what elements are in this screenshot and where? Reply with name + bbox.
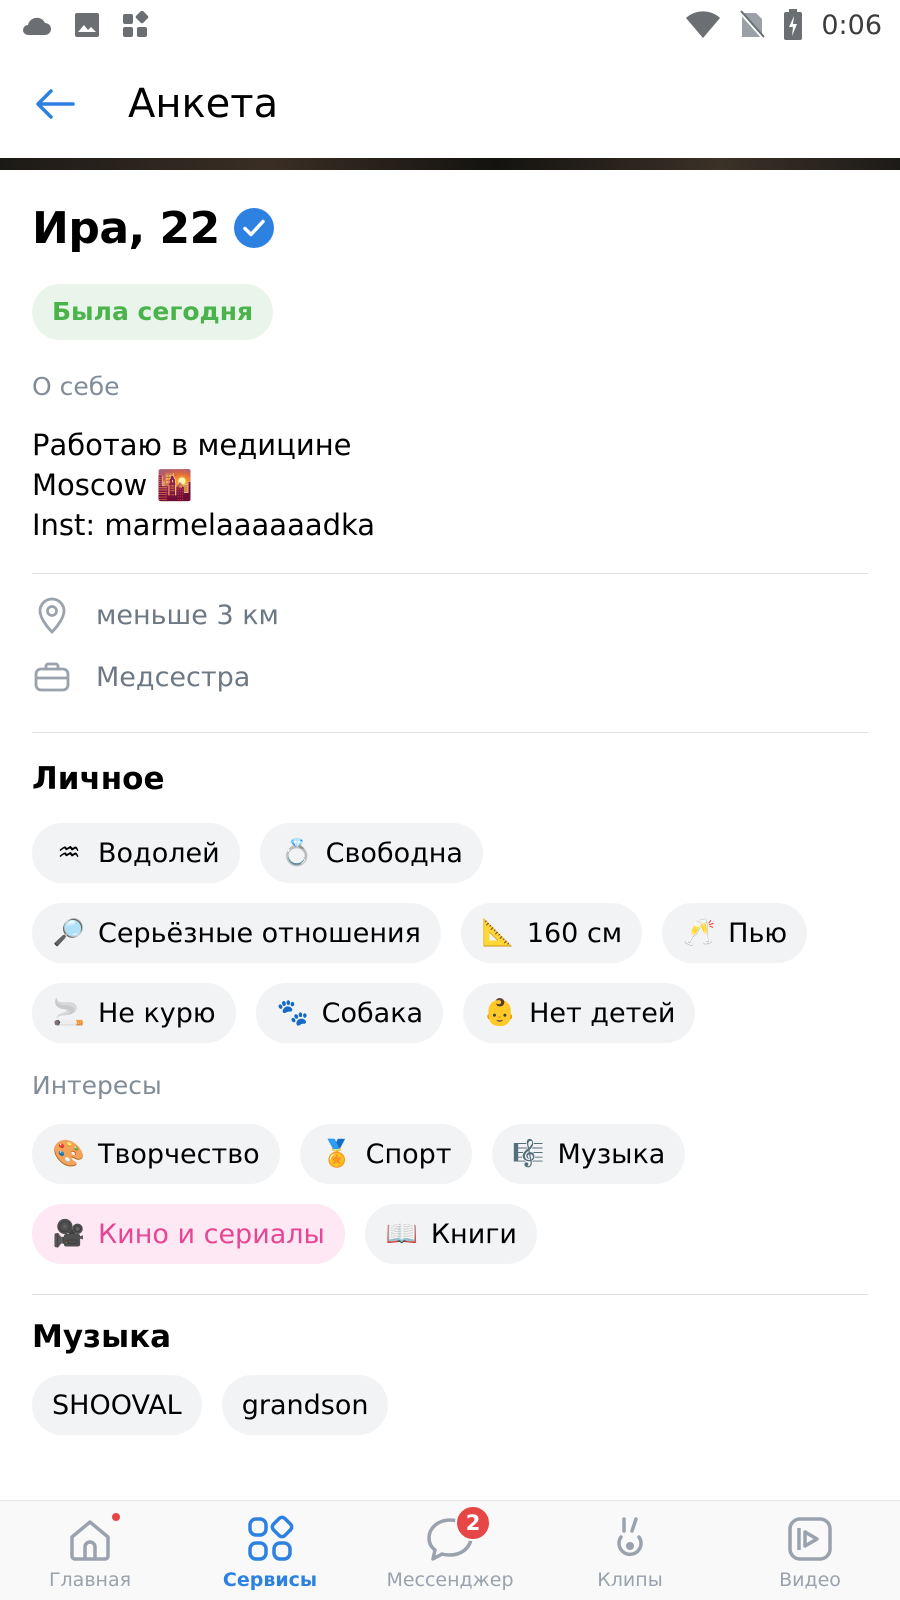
medal-icon: 🏅 — [320, 1139, 353, 1169]
chip-interest-music[interactable]: 🎼 Музыка — [491, 1124, 686, 1184]
nav-label: Видео — [779, 1569, 841, 1591]
cigarette-icon: 🚬 — [52, 998, 86, 1028]
wifi-icon — [686, 11, 721, 38]
chip-relationship-status[interactable]: 💍 Свободна — [259, 823, 483, 883]
nav-clips[interactable]: Клипы — [540, 1501, 720, 1600]
interests-label: Интересы — [32, 1071, 162, 1100]
cloud-icon — [23, 17, 51, 35]
divider — [32, 1294, 868, 1295]
chip-interest-books[interactable]: 📖 Книги — [364, 1204, 537, 1264]
ruler-icon: 📐 — [481, 918, 515, 948]
chip-drinking[interactable]: 🥂 Пью — [662, 903, 808, 963]
profile-content: Ира, 22 Была сегодня О себе Работаю в ме… — [32, 170, 868, 1435]
unread-badge: 2 — [455, 1505, 491, 1541]
personal-heading: Личное — [32, 761, 165, 797]
video-icon — [788, 1517, 832, 1561]
palette-icon: 🎨 — [52, 1139, 86, 1169]
back-button[interactable] — [20, 69, 90, 139]
chip-artist[interactable]: grandson — [221, 1375, 389, 1435]
music-chips: SHOOVAL grandson — [32, 1375, 868, 1435]
ring-icon: 💍 — [280, 838, 313, 868]
verified-icon[interactable] — [233, 208, 274, 248]
chip-label: Кино и сериалы — [98, 1218, 325, 1250]
chip-label: Не курю — [98, 997, 216, 1029]
chip-label: Серьёзные отношения — [98, 917, 421, 949]
briefcase-icon — [32, 661, 72, 693]
home-icon — [70, 1520, 110, 1561]
nav-video[interactable]: Видео — [720, 1501, 900, 1600]
music-score-icon: 🎼 — [512, 1139, 545, 1169]
chip-label: Водолей — [98, 837, 220, 869]
nav-label: Клипы — [597, 1569, 663, 1591]
nav-messenger[interactable]: 2 Мессенджер — [360, 1501, 540, 1600]
magnifier-icon: 🔎 — [52, 918, 86, 948]
interests-chips: 🎨 Творчество 🏅 Спорт 🎼 Музыка 🎥 Кино и сериа… — [32, 1124, 868, 1264]
chip-zodiac[interactable]: ♒ Водолей — [32, 823, 240, 883]
chip-label: 160 см — [526, 917, 623, 949]
online-status-badge: Была сегодня — [32, 284, 274, 340]
paw-icon: 🐾 — [276, 998, 309, 1028]
chip-interest-sport[interactable]: 🏅 Спорт — [299, 1124, 472, 1184]
chip-label: Музыка — [557, 1138, 666, 1170]
battery-charging-icon — [784, 9, 803, 40]
baby-icon: 👶 — [483, 998, 517, 1028]
chip-label: Творчество — [98, 1138, 260, 1170]
nav-label: Мессенджер — [386, 1569, 514, 1591]
arrow-left-icon — [36, 89, 75, 119]
about-label: О себе — [32, 372, 120, 401]
notification-dot — [110, 1511, 122, 1523]
chip-label: Пью — [728, 917, 788, 949]
personal-chips: ♒ Водолей 💍 Свободна 🔎 Серьёзные отношения … — [32, 823, 868, 1043]
about-line: Работаю в медицине — [32, 428, 352, 462]
chip-height[interactable]: 📐 160 см — [460, 903, 643, 963]
about-text: Работаю в медицине Moscow 🌇 Inst: marmel… — [32, 425, 868, 545]
chip-artist[interactable]: SHOOVAL — [32, 1375, 202, 1435]
chip-pets[interactable]: 🐾 Собака — [255, 983, 444, 1043]
bottom-navigation: Главная Сервисы 2 Мессенджер Клипы Видео — [0, 1500, 900, 1600]
chip-interest-movies[interactable]: 🎥 Кино и сериалы — [32, 1204, 345, 1264]
no-sim-icon — [739, 10, 766, 40]
chip-label: Спорт — [365, 1138, 452, 1170]
about-line: Inst: marmelaaaaaadka — [32, 508, 376, 542]
chip-label: Нет детей — [529, 997, 676, 1029]
distance-row: меньше 3 км — [32, 584, 868, 646]
chip-label: Книги — [430, 1218, 517, 1250]
status-time: 0:06 — [821, 9, 882, 41]
nav-label: Главная — [48, 1569, 132, 1591]
job-row: Медсестра — [32, 646, 868, 708]
profile-photo-edge[interactable] — [0, 158, 900, 170]
chip-label: Собака — [321, 997, 424, 1029]
distance-text: меньше 3 км — [96, 599, 279, 631]
status-right: 0:06 — [685, 9, 882, 41]
chip-label: Свободна — [325, 837, 463, 869]
music-heading: Музыка — [32, 1319, 172, 1355]
image-icon — [75, 13, 99, 37]
app-header: Анкета — [0, 50, 900, 158]
nav-services[interactable]: Сервисы — [180, 1501, 360, 1600]
job-text: Медсестра — [96, 661, 251, 693]
profile-name: Ира, 22 — [32, 202, 220, 254]
status-bar: 0:06 — [0, 0, 900, 50]
book-icon: 📖 — [385, 1219, 419, 1249]
champagne-icon: 🥂 — [682, 918, 716, 948]
chip-children[interactable]: 👶 Нет детей — [463, 983, 696, 1043]
page-title: Анкета — [128, 81, 279, 127]
location-pin-icon — [32, 596, 72, 634]
widgets-icon — [123, 11, 149, 37]
movie-camera-icon: 🎥 — [52, 1219, 86, 1249]
services-icon — [248, 1515, 294, 1561]
status-left — [20, 11, 150, 39]
clips-icon — [617, 1517, 643, 1557]
name-row: Ира, 22 — [32, 200, 868, 256]
about-line: Moscow 🌇 — [32, 468, 193, 502]
nav-home[interactable]: Главная — [0, 1501, 180, 1600]
chip-looking-for[interactable]: 🔎 Серьёзные отношения — [32, 903, 441, 963]
divider — [32, 732, 868, 733]
aquarius-icon: ♒ — [57, 838, 81, 868]
chip-smoking[interactable]: 🚬 Не курю — [32, 983, 236, 1043]
nav-label: Сервисы — [222, 1569, 318, 1591]
chip-interest-art[interactable]: 🎨 Творчество — [32, 1124, 280, 1184]
